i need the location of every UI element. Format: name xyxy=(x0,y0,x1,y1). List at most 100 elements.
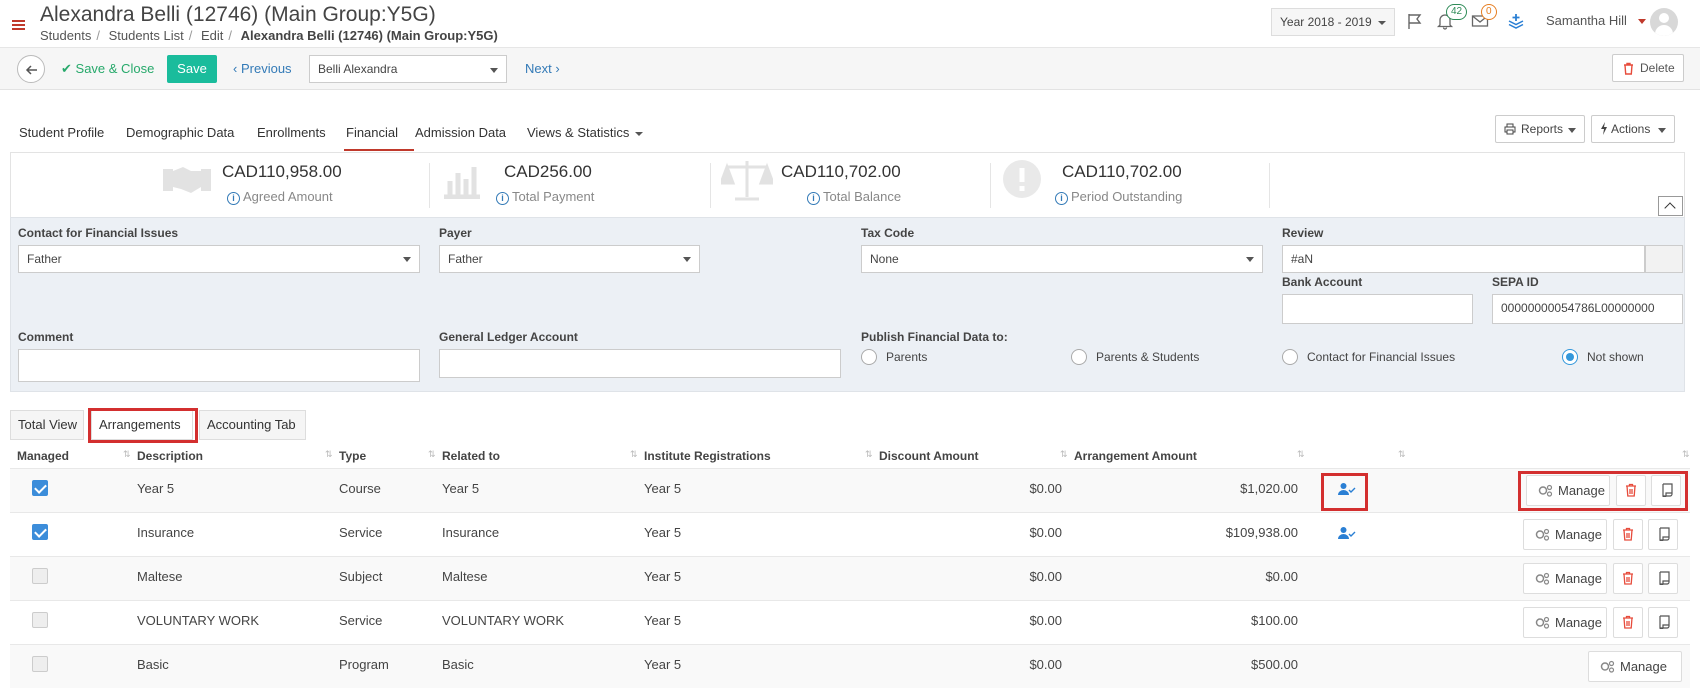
arrow-left-icon xyxy=(25,65,37,75)
printer-icon xyxy=(1504,123,1516,135)
comment-input[interactable] xyxy=(18,349,420,382)
tax-code-select[interactable]: None xyxy=(861,245,1263,273)
flag-icon[interactable] xyxy=(1406,12,1426,30)
actions-button[interactable]: Actions xyxy=(1591,115,1675,143)
cell-discount: $0.00 xyxy=(1029,525,1062,540)
scroll-icon xyxy=(1659,527,1670,541)
highlight-box xyxy=(1518,471,1688,511)
tab-demographic-data[interactable]: Demographic Data xyxy=(126,125,234,140)
tab-financial[interactable]: Financial xyxy=(346,125,398,140)
radio-label: Parents xyxy=(886,350,928,364)
trash-icon xyxy=(1623,571,1633,585)
stat-label: i Total Balance xyxy=(807,189,901,205)
cell-registrations: Year 5 xyxy=(644,525,682,540)
manage-button[interactable]: Manage xyxy=(1523,607,1607,638)
cell-amount: $1,020.00 xyxy=(1240,481,1298,496)
delete-row-button[interactable] xyxy=(1613,607,1643,638)
sort-icon[interactable]: ⇅ xyxy=(428,449,435,460)
trash-icon xyxy=(1623,615,1633,629)
menu-icon[interactable] xyxy=(12,20,25,30)
table-row: Basic Program Basic Year 5 $0.00 $500.00… xyxy=(10,645,1690,688)
action-toolbar: ✔ Save & Close Save ‹ Previous Belli Ale… xyxy=(0,48,1700,90)
breadcrumb-students-list[interactable]: Students List xyxy=(109,28,184,43)
tab-enrollments[interactable]: Enrollments xyxy=(257,125,326,140)
manage-button[interactable]: Manage xyxy=(1523,563,1607,594)
publish-radio-not-shown[interactable]: Not shown xyxy=(1562,349,1644,365)
delete-button[interactable]: Delete xyxy=(1612,54,1684,82)
chevron-down-icon xyxy=(403,257,411,262)
managed-checkbox[interactable] xyxy=(32,568,48,584)
subtab-total-view[interactable]: Total View xyxy=(10,410,84,440)
sort-icon[interactable]: ⇅ xyxy=(865,449,872,460)
bell-icon[interactable]: 42 xyxy=(1436,4,1468,30)
previous-button[interactable]: ‹ Previous xyxy=(233,61,292,76)
tab-views-statistics[interactable]: Views & Statistics xyxy=(527,125,644,140)
detail-row-button[interactable] xyxy=(1648,519,1678,550)
tab-admission-data[interactable]: Admission Data xyxy=(415,125,506,140)
sort-icon[interactable]: ⇅ xyxy=(1060,449,1067,460)
layers-plus-icon[interactable] xyxy=(1507,12,1527,30)
scroll-icon xyxy=(1659,615,1670,629)
save-button[interactable]: Save xyxy=(167,55,217,83)
manage-button[interactable]: Manage xyxy=(1588,651,1682,682)
manage-button[interactable]: Manage xyxy=(1523,519,1607,550)
back-button[interactable] xyxy=(17,55,45,83)
general-ledger-input[interactable] xyxy=(439,349,841,378)
table-row: Maltese Subject Maltese Year 5 $0.00 $0.… xyxy=(10,557,1690,600)
chevron-down-icon xyxy=(1568,128,1576,133)
cell-type: Course xyxy=(339,481,381,496)
year-select[interactable]: Year 2018 - 2019 xyxy=(1271,8,1395,36)
sort-icon[interactable]: ⇅ xyxy=(1398,449,1405,460)
previous-label: Previous xyxy=(240,61,292,76)
user-menu-caret-icon[interactable] xyxy=(1638,19,1646,24)
breadcrumb-edit[interactable]: Edit xyxy=(201,28,223,43)
sort-icon[interactable]: ⇅ xyxy=(325,449,332,460)
save-close-button[interactable]: ✔ Save & Close xyxy=(61,61,154,77)
cell-amount: $500.00 xyxy=(1251,657,1298,672)
bank-account-input[interactable] xyxy=(1282,294,1473,324)
breadcrumb-students[interactable]: Students xyxy=(40,28,91,43)
col-institute-registrations[interactable]: Institute Registrations xyxy=(644,449,771,463)
managed-checkbox[interactable] xyxy=(32,480,48,496)
reports-button[interactable]: Reports xyxy=(1495,115,1585,143)
sort-icon[interactable]: ⇅ xyxy=(123,449,130,460)
review-label: Review xyxy=(1282,226,1324,240)
avatar[interactable] xyxy=(1650,8,1678,36)
student-select[interactable]: Belli Alexandra xyxy=(309,55,507,83)
detail-row-button[interactable] xyxy=(1648,607,1678,638)
publish-radio-parents[interactable]: Parents xyxy=(861,349,927,365)
user-name[interactable]: Samantha Hill xyxy=(1546,13,1627,28)
publish-radio-contact[interactable]: Contact for Financial Issues xyxy=(1282,349,1455,365)
review-addon[interactable] xyxy=(1645,245,1683,273)
messages-badge: 0 xyxy=(1481,4,1497,20)
managed-checkbox[interactable] xyxy=(32,612,48,628)
sepa-id-input[interactable]: 00000000054786L00000000 xyxy=(1492,294,1683,324)
contact-select[interactable]: Father xyxy=(18,245,420,273)
col-type[interactable]: Type xyxy=(339,449,366,463)
sort-icon[interactable]: ⇅ xyxy=(630,449,637,460)
radio-label: Parents & Students xyxy=(1096,350,1200,364)
user-check-icon[interactable] xyxy=(1338,526,1356,540)
divider xyxy=(1269,163,1270,208)
delete-row-button[interactable] xyxy=(1613,519,1643,550)
next-button[interactable]: Next › xyxy=(525,61,560,76)
detail-row-button[interactable] xyxy=(1648,563,1678,594)
collapse-chevron-up-icon[interactable] xyxy=(1658,196,1683,216)
sort-icon[interactable]: ⇅ xyxy=(1682,449,1689,460)
col-description[interactable]: Description xyxy=(137,449,203,463)
payer-select[interactable]: Father xyxy=(439,245,700,273)
publish-radio-parents-students[interactable]: Parents & Students xyxy=(1071,349,1199,365)
delete-row-button[interactable] xyxy=(1613,563,1643,594)
subtab-accounting[interactable]: Accounting Tab xyxy=(199,410,306,440)
col-managed[interactable]: Managed xyxy=(17,449,69,463)
managed-checkbox[interactable] xyxy=(32,524,48,540)
managed-checkbox[interactable] xyxy=(32,656,48,672)
col-arrangement-amount[interactable]: Arrangement Amount xyxy=(1074,449,1197,463)
col-discount-amount[interactable]: Discount Amount xyxy=(879,449,979,463)
tab-student-profile[interactable]: Student Profile xyxy=(19,125,104,140)
review-input[interactable]: #aN xyxy=(1282,245,1645,273)
sort-icon[interactable]: ⇅ xyxy=(1297,449,1304,460)
divider xyxy=(429,163,430,208)
envelope-icon[interactable]: 0 xyxy=(1471,4,1497,30)
col-related-to[interactable]: Related to xyxy=(442,449,500,463)
